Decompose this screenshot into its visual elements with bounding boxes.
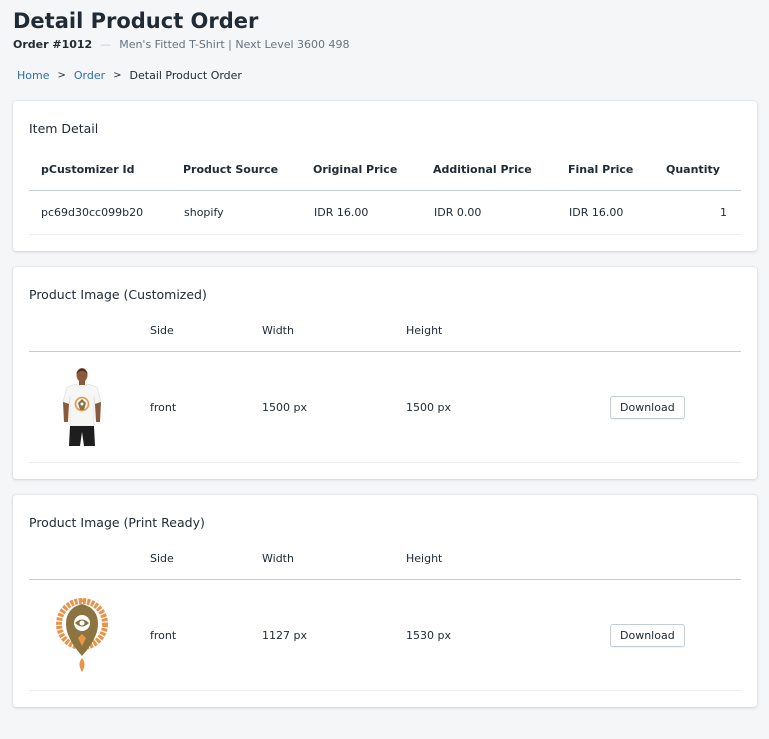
column-header-thumbnail (29, 302, 149, 352)
cell-thumbnail (29, 351, 149, 463)
order-number: Order #1012 (13, 38, 93, 51)
cell-pcustomizer-id: pc69d30cc099b20 (29, 190, 183, 235)
table-header-row: Side Width Height (29, 530, 741, 580)
column-header-quantity: Quantity (666, 136, 741, 191)
download-print-ready-button[interactable]: Download (610, 623, 685, 647)
column-header-side: Side (149, 530, 261, 580)
cell-thumbnail (29, 579, 149, 691)
print-ready-image-table: Side Width Height front 1127 px 1530 px … (29, 530, 741, 691)
column-header-height: Height (405, 530, 609, 580)
breadcrumb-separator: > (113, 70, 122, 81)
breadcrumb: Home > Order > Detail Product Order (17, 69, 757, 82)
column-header-width: Width (261, 302, 405, 352)
column-header-thumbnail (29, 530, 149, 580)
cell-height: 1500 px (405, 351, 609, 463)
tshirt-model-thumbnail (62, 368, 102, 446)
cell-product-source: shopify (183, 190, 313, 235)
column-header-action (609, 530, 741, 580)
item-detail-table: pCustomizer Id Product Source Original P… (29, 136, 741, 235)
print-ready-image-title: Product Image (Print Ready) (29, 515, 205, 530)
cell-final-price: IDR 16.00 (568, 190, 666, 235)
column-header-height: Height (405, 302, 609, 352)
customized-image-table: Side Width Height front 1500 px 1500 px … (29, 302, 741, 463)
cell-side: front (149, 351, 261, 463)
print-ready-image-card: Product Image (Print Ready) Side Width H… (13, 495, 757, 707)
cell-width: 1500 px (261, 351, 405, 463)
download-customized-button[interactable]: Download (610, 395, 685, 419)
table-row: front 1500 px 1500 px Download (29, 351, 741, 463)
column-header-additional-price: Additional Price (433, 136, 568, 191)
breadcrumb-home-link[interactable]: Home (17, 69, 49, 82)
cell-quantity: 1 (666, 190, 741, 235)
item-detail-card: Item Detail pCustomizer Id Product Sourc… (13, 101, 757, 251)
cell-side: front (149, 579, 261, 691)
cell-additional-price: IDR 0.00 (433, 190, 568, 235)
cell-width: 1127 px (261, 579, 405, 691)
page: Detail Product Order Order #1012 — Men's… (0, 0, 769, 707)
order-subtitle: Order #1012 — Men's Fitted T-Shirt | Nex… (13, 38, 757, 51)
table-row: pc69d30cc099b20 shopify IDR 16.00 IDR 0.… (29, 190, 741, 235)
item-detail-title: Item Detail (29, 121, 99, 136)
breadcrumb-separator: > (57, 70, 66, 81)
column-header-side: Side (149, 302, 261, 352)
cell-action: Download (609, 579, 741, 691)
cell-action: Download (609, 351, 741, 463)
breadcrumb-order-link[interactable]: Order (74, 69, 105, 82)
subtitle-separator: — (100, 38, 112, 51)
column-header-width: Width (261, 530, 405, 580)
column-header-original-price: Original Price (313, 136, 433, 191)
column-header-pcustomizer-id: pCustomizer Id (29, 136, 183, 191)
product-name: Men's Fitted T-Shirt | Next Level 3600 4… (119, 38, 350, 51)
table-header-row: Side Width Height (29, 302, 741, 352)
customized-image-title: Product Image (Customized) (29, 287, 207, 302)
print-design-thumbnail (56, 598, 108, 672)
cell-height: 1530 px (405, 579, 609, 691)
column-header-final-price: Final Price (568, 136, 666, 191)
page-title: Detail Product Order (13, 9, 259, 33)
table-header-row: pCustomizer Id Product Source Original P… (29, 136, 741, 191)
cell-original-price: IDR 16.00 (313, 190, 433, 235)
table-row: front 1127 px 1530 px Download (29, 579, 741, 691)
column-header-action (609, 302, 741, 352)
breadcrumb-current: Detail Product Order (129, 69, 242, 82)
column-header-product-source: Product Source (183, 136, 313, 191)
customized-image-card: Product Image (Customized) Side Width He… (13, 267, 757, 479)
